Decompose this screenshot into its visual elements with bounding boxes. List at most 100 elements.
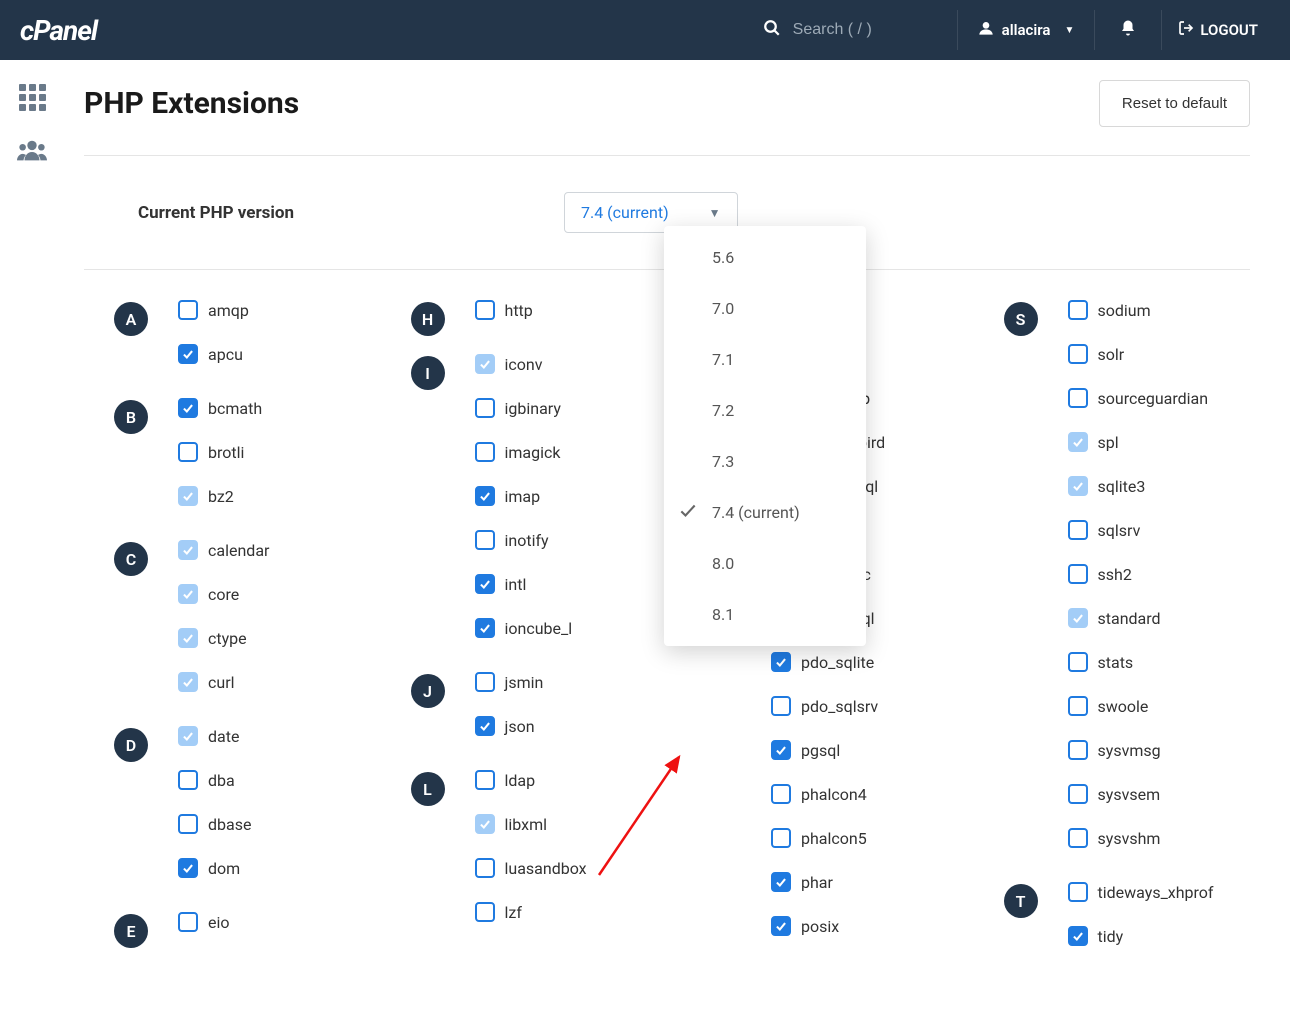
extension-checkbox[interactable] — [475, 770, 495, 790]
extension-checkbox[interactable] — [1068, 300, 1088, 320]
extension-checkbox[interactable] — [178, 398, 198, 418]
version-option[interactable]: 8.0 — [664, 538, 866, 589]
extension-item[interactable]: jsmin — [475, 672, 544, 692]
extension-item[interactable]: amqp — [178, 300, 249, 320]
extension-checkbox[interactable] — [178, 858, 198, 878]
extension-checkbox[interactable] — [1068, 696, 1088, 716]
version-option[interactable]: 7.1 — [664, 334, 866, 385]
extension-item[interactable]: bz2 — [178, 486, 234, 506]
extension-checkbox[interactable] — [178, 442, 198, 462]
extension-checkbox[interactable] — [771, 740, 791, 760]
apps-grid-icon[interactable] — [19, 84, 46, 111]
extension-checkbox[interactable] — [771, 696, 791, 716]
extension-item[interactable]: dom — [178, 858, 240, 878]
extension-checkbox[interactable] — [1068, 926, 1088, 946]
extension-item[interactable]: sqlite3 — [1068, 476, 1146, 496]
extension-item[interactable]: ssh2 — [1068, 564, 1132, 584]
search-wrap[interactable] — [763, 19, 923, 42]
logout-button[interactable]: LOGOUT — [1166, 20, 1270, 40]
extension-checkbox[interactable] — [178, 344, 198, 364]
extension-item[interactable]: tidy — [1068, 926, 1124, 946]
extension-item[interactable]: ioncube_l — [475, 618, 573, 638]
extension-checkbox[interactable] — [178, 770, 198, 790]
extension-checkbox[interactable] — [178, 912, 198, 932]
version-option[interactable]: 7.0 — [664, 283, 866, 334]
search-input[interactable] — [793, 21, 923, 39]
extension-item[interactable]: pgsql — [771, 740, 840, 760]
extension-item[interactable]: date — [178, 726, 239, 746]
version-option[interactable]: 7.2 — [664, 385, 866, 436]
extension-item[interactable]: sqlsrv — [1068, 520, 1141, 540]
extension-item[interactable]: igbinary — [475, 398, 561, 418]
extension-checkbox[interactable] — [475, 398, 495, 418]
extension-checkbox[interactable] — [475, 618, 495, 638]
version-option[interactable]: 7.3 — [664, 436, 866, 487]
reset-to-default-button[interactable]: Reset to default — [1099, 80, 1250, 127]
extension-checkbox[interactable] — [1068, 344, 1088, 364]
user-menu[interactable]: allacira ▼ — [962, 20, 1091, 40]
extension-checkbox[interactable] — [1068, 828, 1088, 848]
extension-item[interactable]: dba — [178, 770, 235, 790]
extension-item[interactable]: sodium — [1068, 300, 1151, 320]
extension-item[interactable]: lzf — [475, 902, 522, 922]
extension-item[interactable]: luasandbox — [475, 858, 587, 878]
notifications-button[interactable] — [1099, 19, 1157, 42]
extension-item[interactable]: solr — [1068, 344, 1125, 364]
extension-item[interactable]: brotli — [178, 442, 244, 462]
extension-item[interactable]: sourceguardian — [1068, 388, 1209, 408]
extension-item[interactable]: imagick — [475, 442, 561, 462]
extension-checkbox[interactable] — [475, 300, 495, 320]
extension-item[interactable]: ctype — [178, 628, 247, 648]
extension-checkbox[interactable] — [475, 574, 495, 594]
extension-checkbox[interactable] — [178, 814, 198, 834]
extension-item[interactable]: sysvmsg — [1068, 740, 1161, 760]
version-option[interactable]: 7.4 (current) — [664, 487, 866, 538]
extension-item[interactable]: dbase — [178, 814, 251, 834]
extension-checkbox[interactable] — [1068, 564, 1088, 584]
extension-item[interactable]: iconv — [475, 354, 543, 374]
extension-item[interactable]: pdo_sqlsrv — [771, 696, 878, 716]
extension-item[interactable]: sysvsem — [1068, 784, 1161, 804]
extension-item[interactable]: intl — [475, 574, 527, 594]
cpanel-logo[interactable]: cPanel — [20, 14, 97, 47]
extension-item[interactable]: phalcon5 — [771, 828, 867, 848]
extension-item[interactable]: tideways_xhprof — [1068, 882, 1214, 902]
extension-item[interactable]: phalcon4 — [771, 784, 867, 804]
extension-checkbox[interactable] — [1068, 520, 1088, 540]
extension-checkbox[interactable] — [771, 828, 791, 848]
extension-item[interactable]: core — [178, 584, 239, 604]
version-option[interactable]: 5.6 — [664, 232, 866, 283]
extension-checkbox[interactable] — [1068, 388, 1088, 408]
extension-checkbox[interactable] — [771, 652, 791, 672]
extension-checkbox[interactable] — [178, 300, 198, 320]
extension-checkbox[interactable] — [475, 486, 495, 506]
extension-item[interactable]: standard — [1068, 608, 1161, 628]
extension-item[interactable]: spl — [1068, 432, 1119, 452]
extension-item[interactable]: imap — [475, 486, 541, 506]
extension-item[interactable]: bcmath — [178, 398, 262, 418]
extension-checkbox[interactable] — [771, 784, 791, 804]
users-icon[interactable] — [17, 139, 47, 170]
extension-item[interactable]: libxml — [475, 814, 548, 834]
extension-checkbox[interactable] — [1068, 882, 1088, 902]
extension-checkbox[interactable] — [475, 902, 495, 922]
extension-checkbox[interactable] — [475, 530, 495, 550]
extension-checkbox[interactable] — [475, 442, 495, 462]
extension-checkbox[interactable] — [475, 858, 495, 878]
extension-checkbox[interactable] — [1068, 652, 1088, 672]
extension-checkbox[interactable] — [475, 716, 495, 736]
extension-item[interactable]: stats — [1068, 652, 1134, 672]
extension-checkbox[interactable] — [475, 672, 495, 692]
extension-item[interactable]: apcu — [178, 344, 243, 364]
extension-item[interactable]: calendar — [178, 540, 269, 560]
extension-checkbox[interactable] — [1068, 740, 1088, 760]
extension-item[interactable]: ldap — [475, 770, 536, 790]
extension-item[interactable]: swoole — [1068, 696, 1149, 716]
extension-checkbox[interactable] — [771, 916, 791, 936]
extension-item[interactable]: json — [475, 716, 535, 736]
extension-item[interactable]: http — [475, 300, 533, 320]
extension-item[interactable]: sysvshm — [1068, 828, 1161, 848]
extension-checkbox[interactable] — [1068, 784, 1088, 804]
version-option[interactable]: 8.1 — [664, 589, 866, 640]
extension-item[interactable]: pdo_sqlite — [771, 652, 874, 672]
